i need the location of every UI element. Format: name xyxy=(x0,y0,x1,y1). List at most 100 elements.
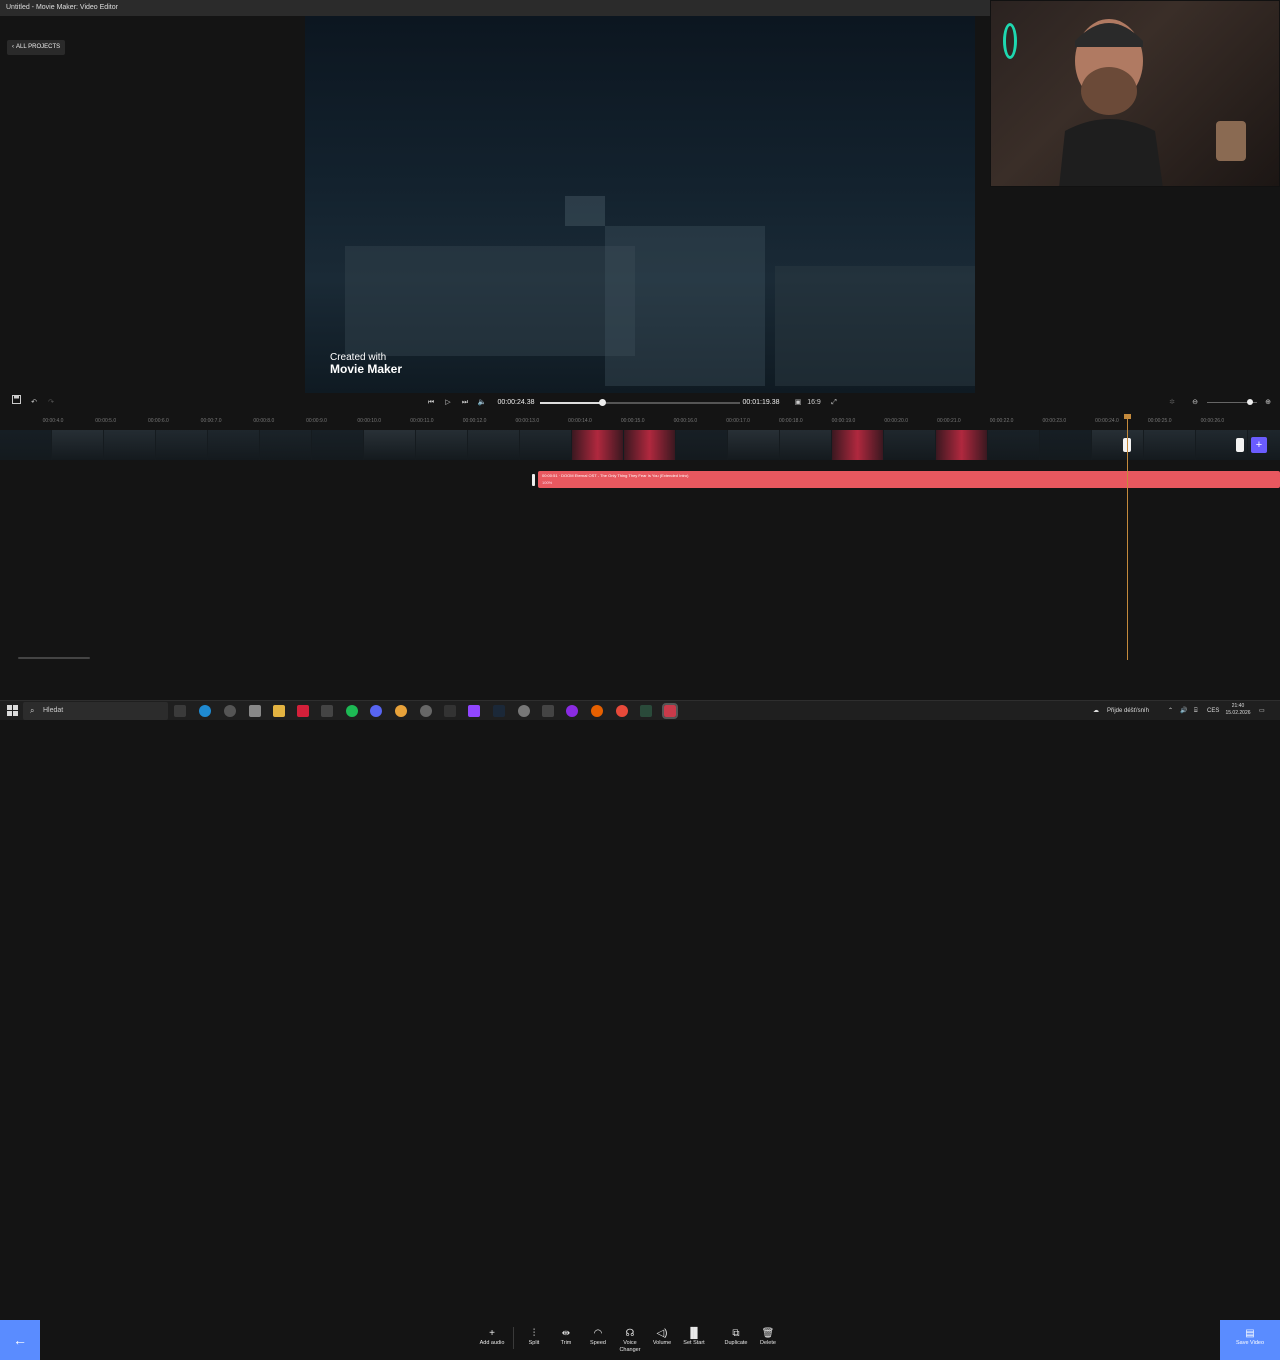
ruler-tick-label: 00:00:13.0 xyxy=(515,418,540,424)
video-preview[interactable]: Created with Movie Maker xyxy=(305,16,975,393)
playhead[interactable] xyxy=(1127,414,1128,660)
app-icon-3[interactable] xyxy=(321,705,333,717)
video-frame-thumbnail xyxy=(520,430,572,460)
clock-time: 21:40 xyxy=(1231,703,1245,709)
skip-forward-icon[interactable]: ⏭ xyxy=(459,395,471,411)
clip-end-marker[interactable] xyxy=(1236,438,1244,452)
window-title: Untitled - Movie Maker: Video Editor xyxy=(0,0,990,16)
app-icon-9[interactable] xyxy=(616,705,628,717)
language-indicator[interactable]: CES xyxy=(1207,701,1219,721)
file-explorer-icon[interactable] xyxy=(273,705,285,717)
video-frame-thumbnail xyxy=(1144,430,1196,460)
video-frame-thumbnail xyxy=(1092,430,1144,460)
aspect-ratio-icon[interactable]: ▣ xyxy=(792,395,804,411)
ruler-tick-label: 00:00:24.0 xyxy=(1095,418,1119,424)
all-projects-button[interactable]: ‹ ALL PROJECTS xyxy=(7,40,66,55)
audio-trim-handle[interactable] xyxy=(532,474,535,486)
twitch-icon[interactable] xyxy=(468,705,480,717)
chrome-icon[interactable] xyxy=(395,705,407,717)
tray-arrow-icon[interactable]: ⌃ xyxy=(1168,701,1173,721)
notification-icon[interactable]: ▭ xyxy=(1259,701,1265,721)
streamer-image xyxy=(1059,19,1163,186)
scrubber[interactable] xyxy=(540,399,740,406)
video-track[interactable] xyxy=(0,430,1280,460)
zoom-in-icon[interactable]: ⊕ xyxy=(1262,395,1274,411)
app-icon-6[interactable] xyxy=(518,705,530,717)
ruler-tick-label: 00:00:17.0 xyxy=(726,418,750,424)
audio-clip[interactable]: 00:00:51 · DOOM Eternal OST - The Only T… xyxy=(538,471,1280,488)
fullscreen-icon[interactable]: ⤢ xyxy=(828,395,840,411)
redo-icon[interactable]: ↷ xyxy=(45,395,57,411)
windows-start-icon[interactable] xyxy=(7,705,18,716)
volume-label: Volume xyxy=(652,1340,672,1346)
steam-icon[interactable] xyxy=(493,705,505,717)
discord-icon[interactable] xyxy=(370,705,382,717)
zoom-handle[interactable] xyxy=(1247,399,1253,405)
scene-figure xyxy=(565,196,605,226)
speed-button[interactable]: ◠ Speed xyxy=(580,1328,616,1347)
play-icon[interactable]: ▷ xyxy=(442,395,454,411)
back-button[interactable]: ← xyxy=(0,1320,40,1360)
windows-taskbar: ⌕ Hledat ☁ Přijde déšť/sníh ⌃ 🔊 ⌸ CES 21… xyxy=(0,700,1280,720)
duplicate-button[interactable]: ⧉ Duplicate xyxy=(718,1328,754,1347)
task-view-icon[interactable] xyxy=(174,705,186,717)
weather-icon[interactable]: ☁ xyxy=(1093,701,1099,721)
network-icon[interactable]: ⌸ xyxy=(1194,701,1198,721)
ruler-tick-label: 00:00:8.0 xyxy=(253,418,275,424)
weather-text[interactable]: Přijde déšť/sníh xyxy=(1107,701,1149,721)
ruler-tick-label: 00:00:12.0 xyxy=(462,418,487,424)
app-icon-1[interactable] xyxy=(249,705,261,717)
save-video-button[interactable]: ▤ Save Video xyxy=(1220,1320,1280,1360)
settings-icon[interactable] xyxy=(224,705,236,717)
movie-maker-taskbar-icon[interactable] xyxy=(662,703,678,719)
video-frame-thumbnail xyxy=(208,430,260,460)
video-frame-thumbnail xyxy=(0,430,52,460)
arrow-left-icon: ← xyxy=(13,1332,27,1348)
volume-tray-icon[interactable]: 🔊 xyxy=(1180,701,1187,721)
app-icon-10[interactable] xyxy=(640,705,652,717)
skip-back-icon[interactable]: ⏮ xyxy=(425,395,437,411)
scrubber-handle[interactable] xyxy=(598,399,606,406)
edge-icon[interactable] xyxy=(199,705,211,717)
app-icon-7[interactable] xyxy=(542,705,554,717)
firefox-icon[interactable] xyxy=(591,705,603,717)
video-frame-thumbnail xyxy=(416,430,468,460)
zoom-slider[interactable] xyxy=(1207,399,1257,405)
app-icon-5[interactable] xyxy=(444,705,456,717)
add-audio-button[interactable]: + Add audio xyxy=(474,1328,510,1347)
voice-changer-button[interactable]: ☊ Voice Changer xyxy=(612,1328,648,1354)
cup xyxy=(1216,121,1246,161)
voice-changer-label-2: Changer xyxy=(619,1347,641,1353)
trash-icon: 🗑 xyxy=(761,1328,775,1339)
delete-button[interactable]: 🗑 Delete xyxy=(750,1328,786,1347)
ruler-tick-label: 00:00:15.0 xyxy=(620,418,645,424)
taskbar-search[interactable]: ⌕ Hledat xyxy=(23,702,168,720)
speedometer-icon: ◠ xyxy=(593,1328,603,1339)
audio-clip-title: 00:00:51 · DOOM Eternal OST - The Only T… xyxy=(542,473,689,478)
total-time: 00:01:19.38 xyxy=(742,399,780,406)
video-frame-thumbnail xyxy=(312,430,364,460)
scrubber-progress xyxy=(540,402,602,404)
volume-icon: ◁) xyxy=(656,1328,668,1339)
add-clip-button[interactable]: + xyxy=(1251,437,1267,453)
set-start-button[interactable]: ▐▌ Set Start xyxy=(676,1328,712,1347)
audio-clip-volume: 100% xyxy=(542,480,553,485)
undo-icon[interactable]: ↶ xyxy=(28,395,40,411)
magic-icon[interactable]: ✲ xyxy=(1166,395,1178,411)
trim-button[interactable]: ⇹ Trim xyxy=(548,1328,584,1347)
ruler-tick-label: 00:00:7.0 xyxy=(200,418,222,424)
speaker-icon[interactable]: 🔈 xyxy=(476,395,488,411)
volume-button[interactable]: ◁) Volume xyxy=(644,1328,680,1347)
aspect-ratio-label[interactable]: 16:9 xyxy=(805,395,823,411)
save-project-icon[interactable] xyxy=(10,395,22,411)
zoom-out-icon[interactable]: ⊖ xyxy=(1189,395,1201,411)
app-icon-2[interactable] xyxy=(297,705,309,717)
spotify-icon[interactable] xyxy=(346,705,358,717)
app-icon-8[interactable] xyxy=(566,705,578,717)
taskbar-clock[interactable]: 21:40 15.02.2026 xyxy=(1222,703,1254,717)
timeline-scrollbar[interactable] xyxy=(18,657,90,659)
timeline-ruler[interactable]: 00:00:4.0 00:00:5.0 00:00:6.0 00:00:7.0 00:0… xyxy=(0,418,1280,430)
scene-wall xyxy=(775,266,975,386)
split-button[interactable]: ⫶ Split xyxy=(516,1328,552,1347)
app-icon-4[interactable] xyxy=(420,705,432,717)
